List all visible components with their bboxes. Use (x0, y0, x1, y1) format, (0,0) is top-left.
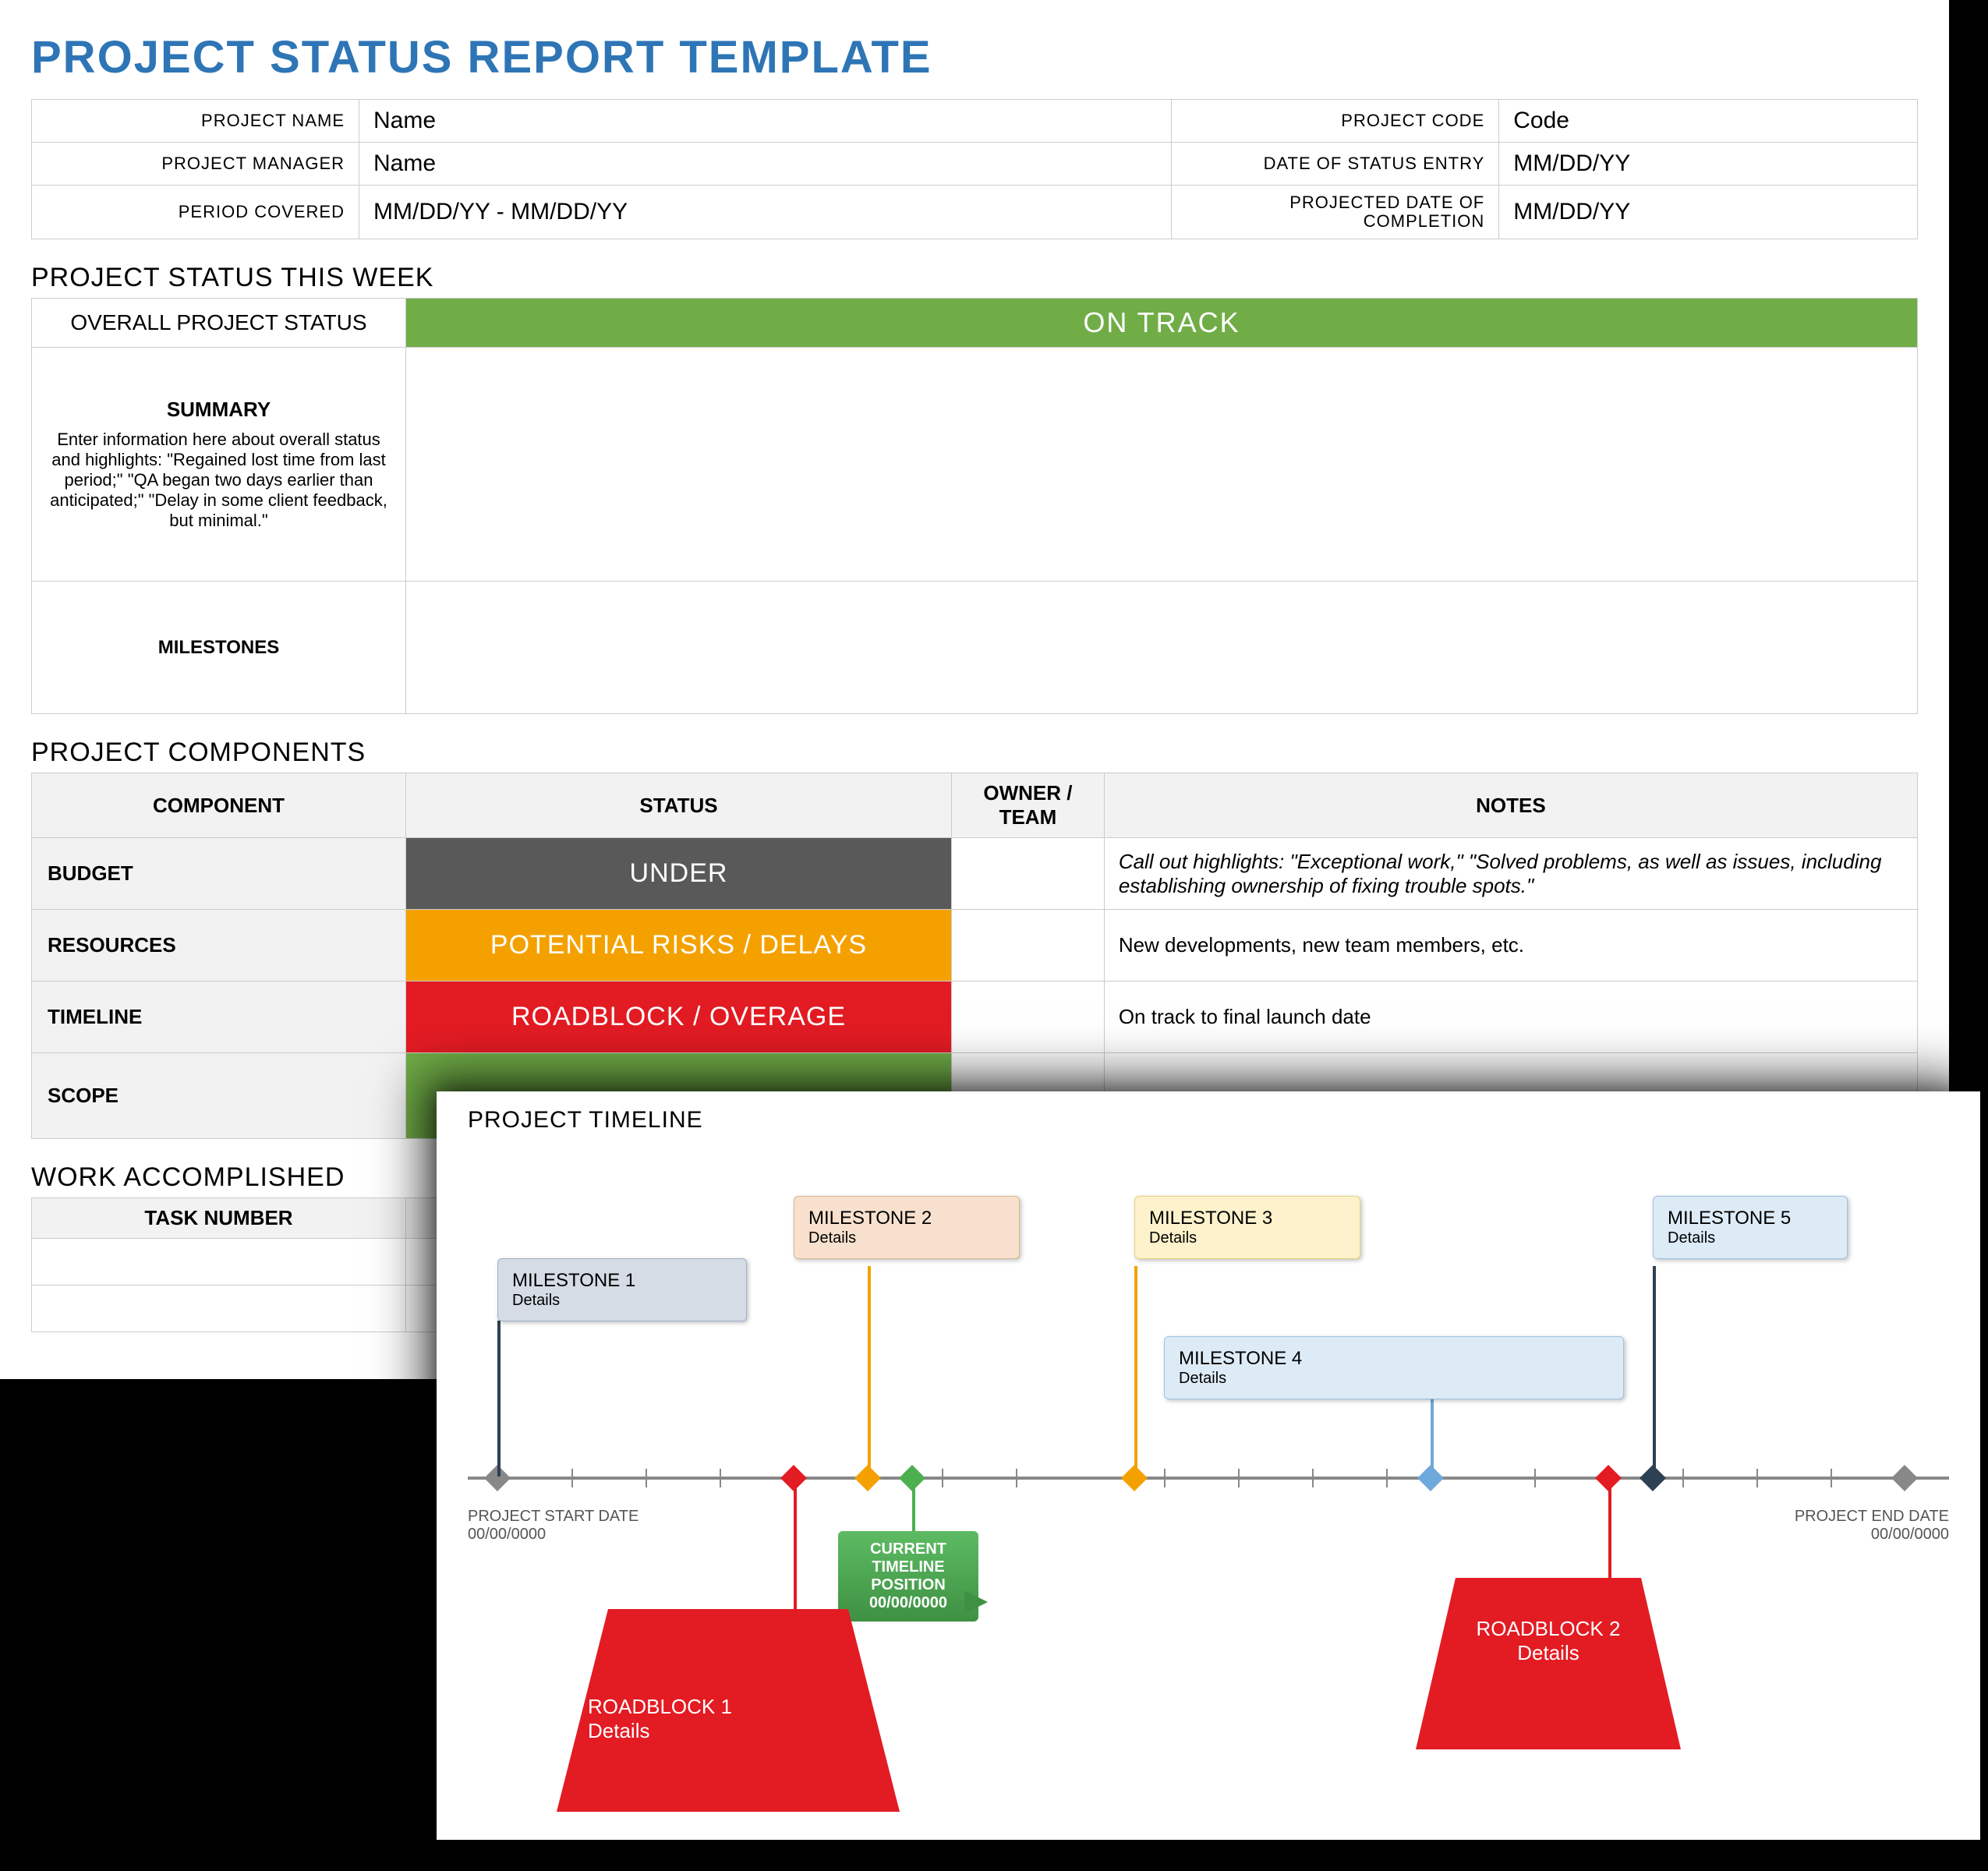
completion-value[interactable]: MM/DD/YY (1499, 186, 1918, 239)
row-timeline-status[interactable]: ROADBLOCK / OVERAGE (406, 981, 952, 1053)
milestone-card-1[interactable]: MILESTONE 1 Details (497, 1258, 747, 1321)
row-timeline-notes[interactable]: On track to final launch date (1104, 981, 1917, 1053)
roadblock-card-2[interactable]: ROADBLOCK 2 Details (1416, 1578, 1681, 1749)
col-task-number: TASK NUMBER (32, 1198, 406, 1239)
period-value[interactable]: MM/DD/YY - MM/DD/YY (359, 186, 1172, 239)
row-resources-owner[interactable] (952, 910, 1105, 981)
project-manager-value[interactable]: Name (359, 143, 1172, 186)
status-date-value[interactable]: MM/DD/YY (1499, 143, 1918, 186)
project-code-label: PROJECT CODE (1172, 100, 1499, 143)
col-owner: OWNER / TEAM (952, 773, 1105, 838)
col-component: COMPONENT (32, 773, 406, 838)
milestone-card-5[interactable]: MILESTONE 5 Details (1653, 1196, 1848, 1259)
timeline-axis (468, 1477, 1949, 1480)
row-budget-owner[interactable] (952, 838, 1105, 910)
row-timeline-label: TIMELINE (32, 981, 406, 1053)
row-resources-notes[interactable]: New developments, new team members, etc. (1104, 910, 1917, 981)
status-date-label: DATE OF STATUS ENTRY (1172, 143, 1499, 186)
end-marker (1891, 1465, 1918, 1491)
status-week-table: OVERALL PROJECT STATUS ON TRACK SUMMARY … (31, 298, 1918, 714)
project-manager-label: PROJECT MANAGER (32, 143, 359, 186)
project-timeline-panel[interactable]: PROJECT TIMELINE MILESTONE 1 Details (437, 1091, 1980, 1840)
overall-status-label: OVERALL PROJECT STATUS (32, 299, 406, 348)
row-budget-label: BUDGET (32, 838, 406, 910)
timeline-title: PROJECT TIMELINE (468, 1107, 1949, 1134)
timeline-end-label: PROJECT END DATE 00/00/0000 (1795, 1508, 1949, 1544)
project-name-value[interactable]: Name (359, 100, 1172, 143)
row-scope-label: SCOPE (32, 1053, 406, 1139)
table-row: TIMELINE ROADBLOCK / OVERAGE On track to… (32, 981, 1918, 1053)
milestones-value[interactable] (406, 582, 1918, 714)
summary-heading: SUMMARY (48, 398, 390, 422)
row-budget-notes[interactable]: Call out highlights: "Exceptional work,"… (1104, 838, 1917, 910)
meta-table: PROJECT NAME Name PROJECT CODE Code PROJ… (31, 99, 1918, 239)
row-resources-status[interactable]: POTENTIAL RISKS / DELAYS (406, 910, 952, 981)
summary-cell[interactable]: SUMMARY Enter information here about ove… (32, 348, 406, 582)
row-resources-label: RESOURCES (32, 910, 406, 981)
milestone-card-3[interactable]: MILESTONE 3 Details (1134, 1196, 1360, 1259)
row-budget-status[interactable]: UNDER (406, 838, 952, 910)
current-position-badge[interactable]: CURRENT TIMELINE POSITION 00/00/0000 (838, 1531, 978, 1622)
table-row: RESOURCES POTENTIAL RISKS / DELAYS New d… (32, 910, 1918, 981)
timeline-stage: MILESTONE 1 Details MILESTONE 2 Details … (468, 1141, 1949, 1827)
summary-placeholder: Enter information here about overall sta… (50, 430, 387, 530)
milestones-heading: MILESTONES (32, 582, 406, 714)
roadblock-card-1[interactable]: ROADBLOCK 1 Details (557, 1609, 900, 1812)
completion-label: PROJECTED DATE OF COMPLETION (1172, 186, 1499, 239)
summary-value[interactable] (406, 348, 1918, 582)
period-label: PERIOD COVERED (32, 186, 359, 239)
project-name-label: PROJECT NAME (32, 100, 359, 143)
row-timeline-owner[interactable] (952, 981, 1105, 1053)
overall-status-value[interactable]: ON TRACK (406, 299, 1918, 348)
components-heading: PROJECT COMPONENTS (31, 737, 1918, 768)
project-code-value[interactable]: Code (1499, 100, 1918, 143)
components-table: COMPONENT STATUS OWNER / TEAM NOTES BUDG… (31, 773, 1918, 1139)
table-row: BUDGET UNDER Call out highlights: "Excep… (32, 838, 1918, 910)
timeline-start-label: PROJECT START DATE 00/00/0000 (468, 1508, 638, 1544)
status-week-heading: PROJECT STATUS THIS WEEK (31, 263, 1918, 293)
col-notes: NOTES (1104, 773, 1917, 838)
milestone-card-4[interactable]: MILESTONE 4 Details (1164, 1336, 1624, 1399)
page-title: PROJECT STATUS REPORT TEMPLATE (31, 31, 1918, 83)
milestone-card-2[interactable]: MILESTONE 2 Details (794, 1196, 1020, 1259)
col-status: STATUS (406, 773, 952, 838)
